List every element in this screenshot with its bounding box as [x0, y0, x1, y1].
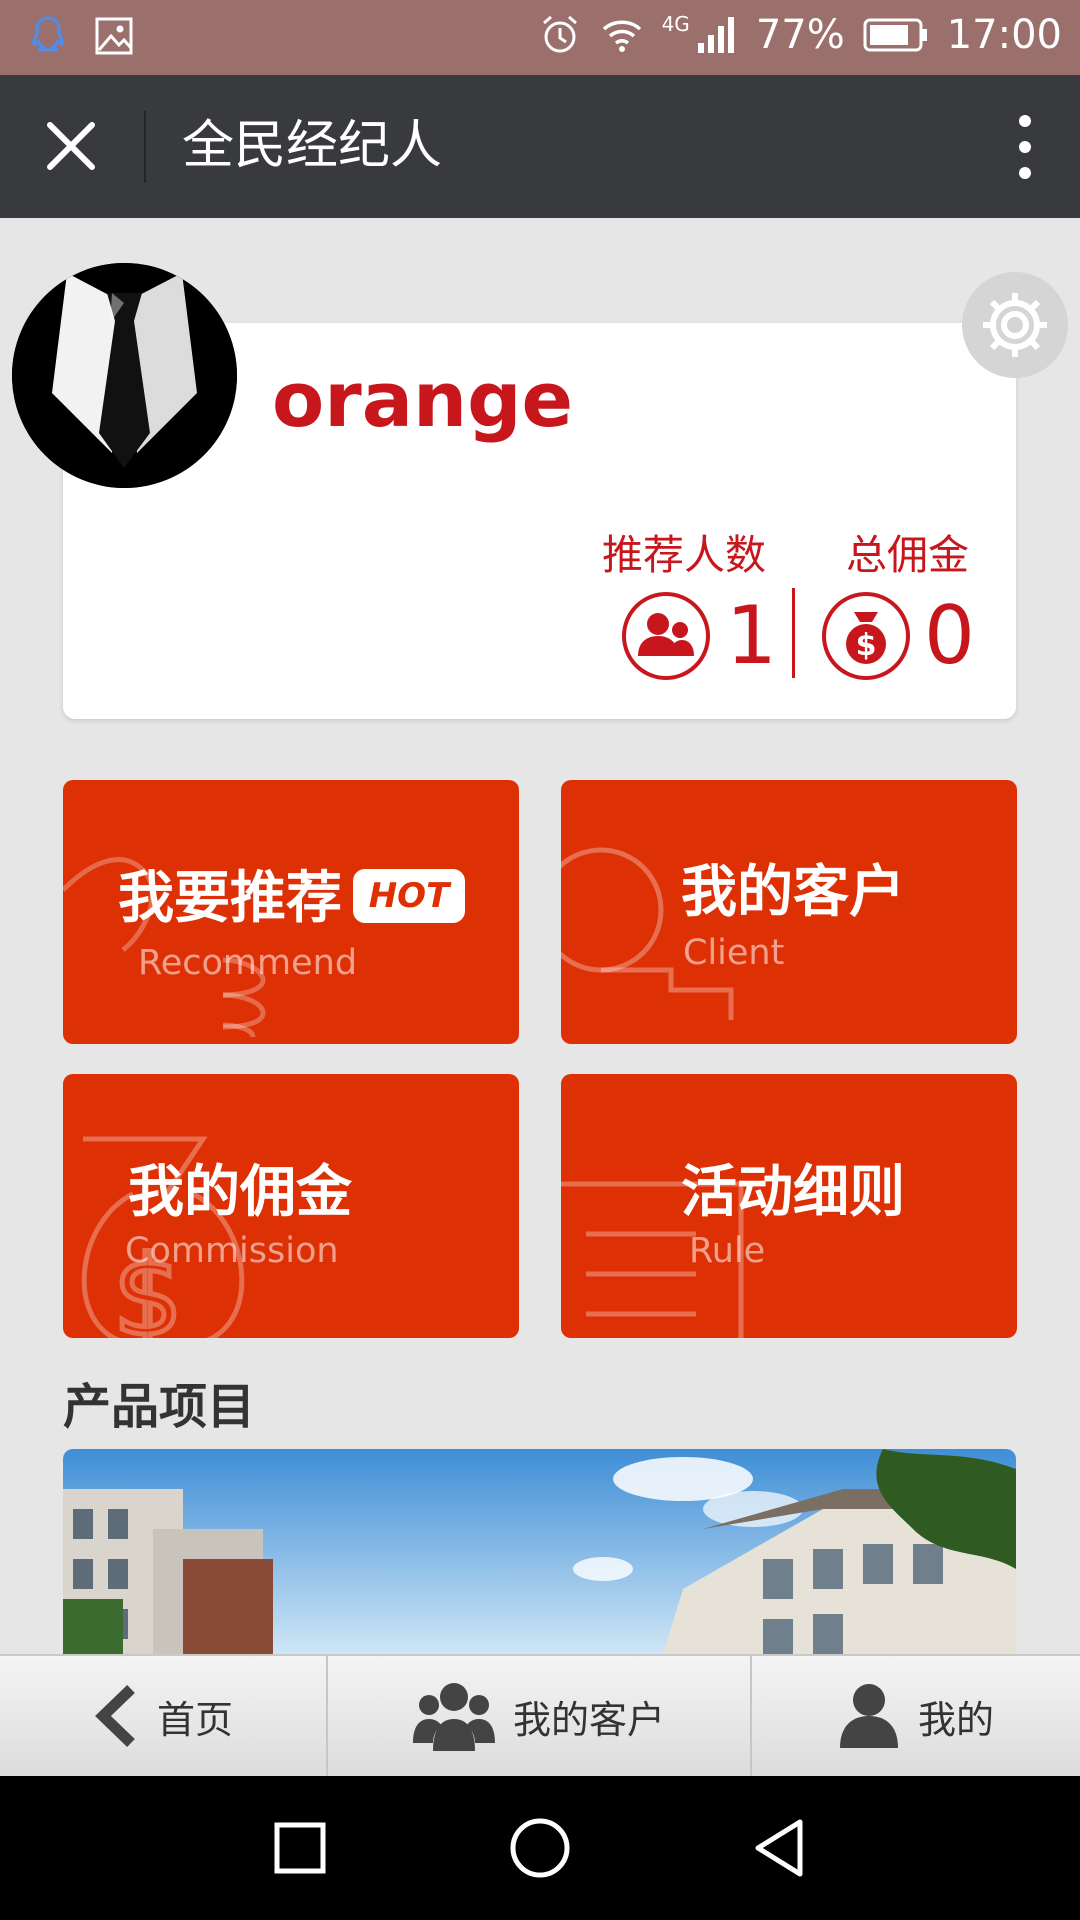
product-image[interactable] — [63, 1449, 1016, 1654]
tile-commission[interactable]: $ 我的佣金 Commission — [63, 1074, 519, 1338]
bottom-tab-bar: 首页 我的客户 我的 — [0, 1654, 1080, 1776]
referral-count-label: 推荐人数 — [602, 531, 766, 579]
back-triangle-icon[interactable] — [740, 1808, 820, 1888]
tile-subtitle: Rule — [689, 1231, 766, 1271]
home-circle-icon[interactable] — [500, 1808, 580, 1888]
user-icon — [839, 1684, 898, 1748]
hot-badge: HOT — [353, 869, 465, 923]
commission-total-value: 0 — [924, 589, 975, 682]
battery-percent: 77% — [755, 12, 845, 58]
network-label: 4G — [661, 12, 690, 36]
signal-icon — [697, 17, 734, 53]
group-icon — [412, 1683, 495, 1751]
chevron-left-icon — [95, 1685, 135, 1747]
referral-count-value: 1 — [726, 589, 777, 682]
status-bar: 4G 77% 17:00 — [0, 0, 1080, 75]
alarm-icon — [542, 15, 577, 53]
avatar[interactable] — [12, 263, 237, 488]
wifi-icon — [602, 20, 641, 52]
svg-text:$: $ — [856, 628, 877, 663]
section-title: 产品项目 — [63, 1379, 256, 1435]
tile-subtitle: Recommend — [138, 943, 358, 983]
tile-subtitle: Commission — [125, 1231, 339, 1271]
building-photo — [63, 1449, 1016, 1654]
tile-title: 活动细则 — [681, 1160, 905, 1225]
stat-divider — [792, 588, 795, 678]
tab-my-clients-label: 我的客户 — [512, 1697, 665, 1742]
tile-rule[interactable]: 活动细则 Rule — [561, 1074, 1017, 1338]
commission-total-label: 总佣金 — [846, 531, 969, 579]
tile-title: 我的佣金 — [128, 1160, 352, 1225]
close-icon[interactable] — [40, 115, 102, 177]
tab-me[interactable]: 我的 — [752, 1656, 1080, 1776]
battery-icon — [863, 18, 927, 52]
tile-title: 我要推荐 — [118, 866, 342, 931]
page-title: 全民经纪人 — [182, 116, 443, 176]
clock: 17:00 — [946, 12, 1062, 58]
tab-home-label: 首页 — [156, 1697, 233, 1742]
recent-apps-icon[interactable] — [260, 1808, 340, 1888]
users-icon — [622, 592, 710, 680]
tile-client[interactable]: 我的客户 Client — [561, 780, 1017, 1044]
tile-recommend[interactable]: 我要推荐 HOT Recommend — [63, 780, 519, 1044]
money-bag-icon: $ — [822, 592, 910, 680]
qq-icon — [32, 16, 64, 52]
suit-tie-avatar — [12, 263, 237, 488]
divider — [144, 111, 146, 183]
tab-me-label: 我的 — [917, 1697, 994, 1742]
system-nav-bar — [0, 1776, 1080, 1920]
more-vertical-icon[interactable] — [1010, 115, 1040, 179]
tab-my-clients[interactable]: 我的客户 — [328, 1656, 750, 1776]
image-icon — [95, 17, 133, 55]
tab-home[interactable]: 首页 — [0, 1656, 326, 1776]
gear-icon — [983, 293, 1047, 357]
settings-button[interactable] — [962, 272, 1068, 378]
tile-title: 我的客户 — [681, 860, 905, 925]
username: orange — [272, 355, 574, 444]
tile-subtitle: Client — [683, 933, 785, 973]
app-title-bar: 全民经纪人 — [0, 75, 1080, 218]
